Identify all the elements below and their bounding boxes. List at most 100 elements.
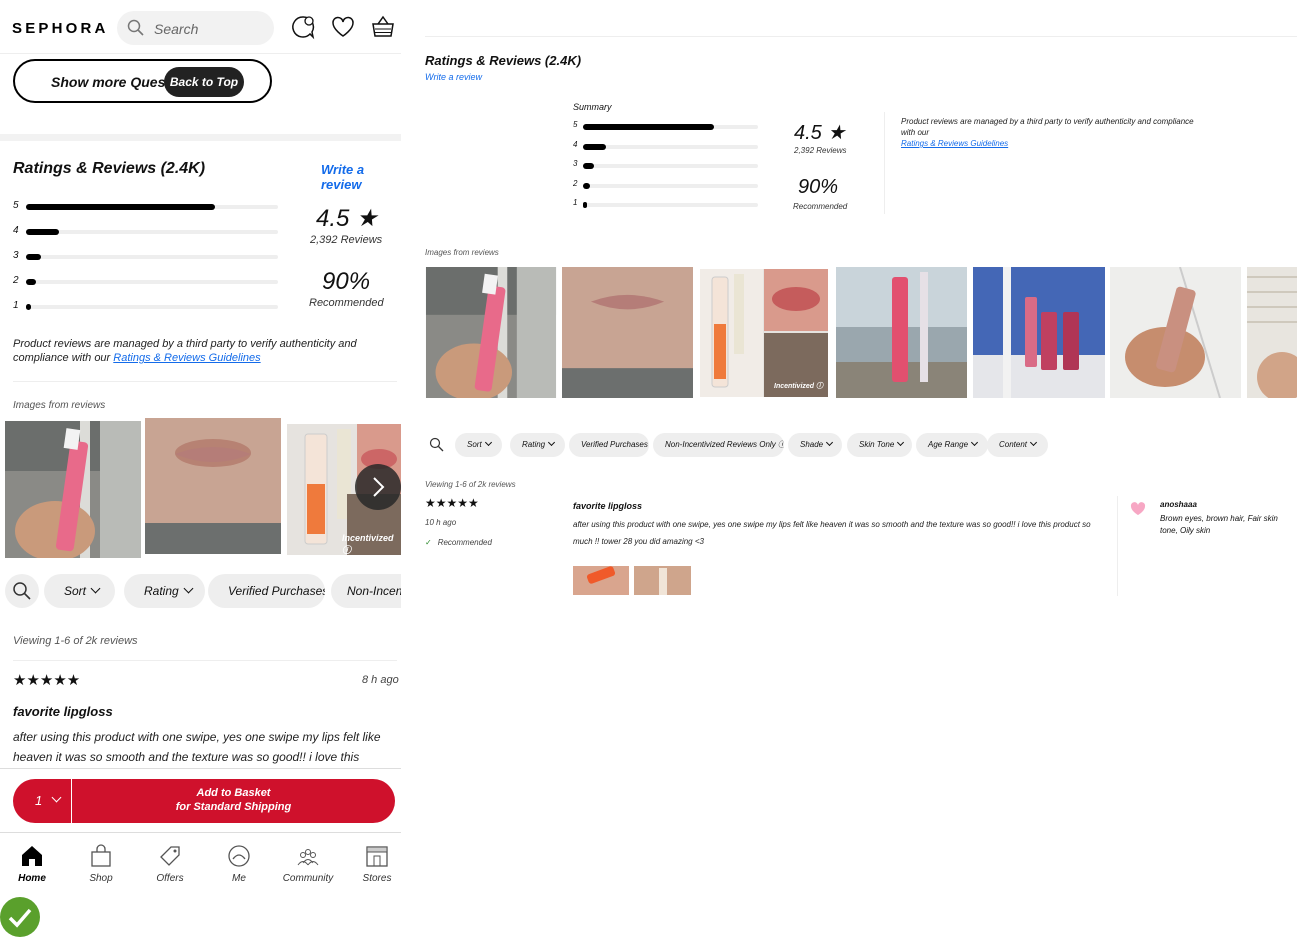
community-icon [297,849,319,866]
verified-chip-label: Verified Purchases [228,584,325,598]
divider [13,381,397,382]
search-icon [429,437,444,452]
review-photo-1[interactable] [573,566,629,595]
rating-chip[interactable]: Rating [510,433,565,457]
skin-tone-chip-label: Skin Tone [859,440,895,449]
histogram-track [26,254,278,260]
verified-purchases-chip[interactable]: Verified Purchases [208,574,325,608]
price-tag-icon [160,846,180,866]
review-image-2[interactable] [145,418,281,554]
review-image-1[interactable] [5,421,141,558]
viewing-count: Viewing 1-6 of 2k reviews [13,635,138,647]
review-text: after using this product with one swipe,… [13,730,381,764]
histogram-star-label: 5 [573,120,578,129]
review-title: favorite lipgloss [573,501,643,511]
histogram-row-4[interactable]: 4 [573,140,758,154]
shipping-label: for Standard Shipping [175,801,292,813]
chat-icon[interactable] [290,14,316,40]
histogram-row-3[interactable]: 3 [13,250,278,264]
basket-icon[interactable] [370,14,396,40]
nav-community[interactable]: Community [278,843,338,884]
non-incentivized-chip-label: Non-Incentivi [347,584,401,598]
recommended-percent: 90% [798,176,839,198]
review-photo-2[interactable] [634,566,691,595]
images-from-reviews-label: Images from reviews [425,248,499,257]
histogram-row-1[interactable]: 1 [13,300,278,314]
histogram-row-3[interactable]: 3 [573,159,758,173]
quantity-value: 1 [35,793,43,808]
nav-home-label: Home [18,873,46,884]
rating-chip[interactable]: Rating [124,574,205,608]
guidelines-link[interactable]: Ratings & Reviews Guidelines [113,352,260,364]
histogram-track [583,163,758,169]
write-review-link[interactable]: Write a review [321,162,401,192]
histogram-row-2[interactable]: 2 [573,179,758,193]
histogram-track [583,182,758,189]
review-image-7[interactable] [1247,267,1297,398]
review-image-2[interactable] [562,267,693,398]
mobile-header: SEPHORA Search [0,0,401,54]
sort-chip-label: Sort [64,584,87,598]
age-range-chip[interactable]: Age Range [916,433,988,457]
histogram-track [583,202,758,208]
histogram-star-label: 1 [13,300,19,311]
histogram-star-label: 5 [13,200,19,211]
back-to-top-button[interactable]: Back to Top [164,67,244,97]
nav-stores[interactable]: Stores [347,843,401,884]
non-incentivized-chip[interactable]: Non-Incentivi [331,574,401,608]
histogram-row-5[interactable]: 5 [13,200,278,214]
histogram-bar [583,124,715,130]
add-to-basket-button[interactable]: Add to Basket for Standard Shipping [72,779,395,823]
reviews-search-button[interactable] [425,433,449,457]
review-image-3[interactable] [700,269,828,397]
nav-offers[interactable]: Offers [140,843,200,884]
review-image-6[interactable] [1110,267,1241,398]
nav-home[interactable]: Home [2,843,62,884]
histogram-row-1[interactable]: 1 [573,198,758,212]
skin-tone-chip[interactable]: Skin Tone [847,433,912,457]
histogram-row-5[interactable]: 5 [573,120,758,134]
sort-chip[interactable]: Sort [44,574,115,608]
average-rating: 4.5 ★ [316,205,378,232]
review-image-4[interactable] [836,267,967,398]
nav-me[interactable]: Me [209,843,269,884]
non-incentivized-chip[interactable]: Non-Incentivized Reviews Only ⓘ [653,433,784,457]
histogram-row-4[interactable]: 4 [13,225,278,239]
reviewer-username[interactable]: anoshaaa [1160,500,1197,509]
non-incentivized-chip-label: Non-Incentivized Reviews Only ⓘ [665,440,784,449]
review-time: 8 h ago [362,674,399,686]
search-placeholder: Search [154,21,199,37]
age-range-chip-label: Age Range [928,440,969,449]
review-image-1[interactable] [425,267,557,398]
review-time: 10 h ago [425,518,457,527]
chevron-down-icon [897,438,905,447]
chevron-down-icon [90,583,101,594]
shade-chip[interactable]: Shade [788,433,842,457]
write-review-link[interactable]: Write a review [425,72,482,82]
reviews-search-button[interactable] [5,574,39,608]
chevron-down-icon [484,438,492,447]
content-chip[interactable]: Content [987,433,1048,457]
reviews-disclaimer: Product reviews are managed by a third p… [901,116,1201,149]
chevron-down-icon [548,438,556,447]
verified-purchases-chip[interactable]: Verified Purchases [569,433,649,457]
review-count: 2,392 Reviews [310,234,383,246]
chevron-down-icon [1029,438,1038,447]
heart-avatar-icon [1130,502,1146,515]
heart-icon[interactable] [330,14,356,40]
nav-offers-label: Offers [156,873,184,884]
guidelines-link[interactable]: Ratings & Reviews Guidelines [901,139,1008,148]
sort-chip[interactable]: Sort [455,433,502,457]
quantity-select[interactable]: 1 [13,779,71,823]
divider [884,112,885,214]
histogram-star-label: 4 [573,139,578,149]
carousel-next-button[interactable] [355,464,401,510]
review-image-5[interactable] [973,267,1105,398]
histogram-bar [26,304,32,310]
nav-shop[interactable]: Shop [71,843,131,884]
sephora-logo[interactable]: SEPHORA [12,20,109,37]
histogram-row-2[interactable]: 2 [13,275,278,289]
histogram-bar [26,254,42,260]
section-divider [0,134,401,141]
search-input[interactable]: Search [117,11,274,45]
